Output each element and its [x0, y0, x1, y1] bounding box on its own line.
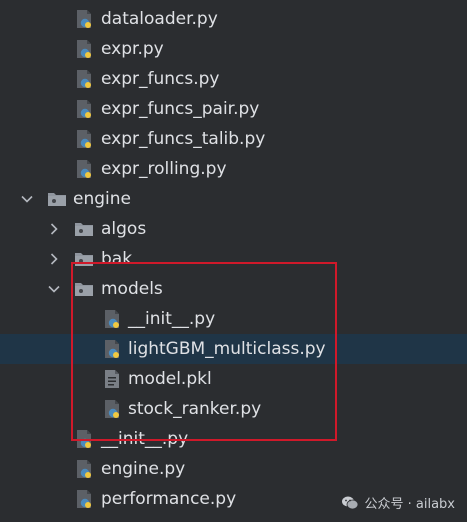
python-file-icon [76, 69, 94, 89]
python-file-icon [76, 429, 94, 449]
tree-item-label: bak [101, 249, 133, 269]
python-file-icon [76, 99, 94, 119]
python-file-icon [76, 9, 94, 29]
tree-item-label: dataloader.py [101, 9, 218, 29]
tree-item-label: model.pkl [128, 369, 212, 389]
tree-item-expr-py[interactable]: expr.py [0, 34, 467, 64]
folder-icon [74, 220, 93, 240]
text-file-icon [104, 369, 122, 389]
tree-item-algos-folder[interactable]: algos [0, 214, 467, 244]
tree-item-label: __init__.py [101, 429, 189, 449]
tree-item-label: __init__.py [128, 309, 216, 329]
tree-item-label: expr_funcs_pair.py [101, 99, 260, 119]
python-file-icon [76, 459, 94, 479]
tree-item-label: models [101, 279, 163, 299]
tree-item-label: expr_funcs.py [101, 69, 220, 89]
tree-item-expr-funcs-pair-py[interactable]: expr_funcs_pair.py [0, 94, 467, 124]
chevron-right-icon[interactable] [47, 251, 61, 265]
python-file-icon [104, 339, 122, 359]
tree-item-models-folder[interactable]: models [0, 274, 467, 304]
tree-item-label: expr.py [101, 39, 164, 59]
tree-item-models-init-py[interactable]: __init__.py [0, 304, 467, 334]
tree-item-label: engine [73, 189, 131, 209]
wechat-icon [341, 495, 359, 511]
python-file-icon [76, 129, 94, 149]
folder-icon [74, 250, 93, 270]
watermark-text: 公众号 · ailabx [364, 497, 456, 512]
tree-item-expr-funcs-py[interactable]: expr_funcs.py [0, 64, 467, 94]
tree-item-stock-ranker-py[interactable]: stock_ranker.py [0, 394, 467, 424]
tree-item-lightgbm-multiclass-py[interactable]: lightGBM_multiclass.py [0, 334, 467, 364]
folder-icon [74, 280, 93, 300]
python-file-icon [76, 159, 94, 179]
tree-item-label: algos [101, 219, 147, 239]
tree-item-label: engine.py [101, 459, 186, 479]
tree-item-label: stock_ranker.py [128, 399, 262, 419]
tree-item-expr-funcs-talib-py[interactable]: expr_funcs_talib.py [0, 124, 467, 154]
tree-item-expr-rolling-py[interactable]: expr_rolling.py [0, 154, 467, 184]
tree-item-engine-init-py[interactable]: __init__.py [0, 424, 467, 454]
python-file-icon [104, 399, 122, 419]
tree-item-bak-folder[interactable]: bak [0, 244, 467, 274]
tree-item-label: expr_funcs_talib.py [101, 129, 266, 149]
watermark: 公众号 · ailabx [341, 493, 456, 512]
python-file-icon [104, 309, 122, 329]
chevron-down-icon[interactable] [20, 191, 34, 205]
chevron-down-icon[interactable] [47, 281, 61, 295]
python-file-icon [76, 489, 94, 509]
chevron-right-icon[interactable] [47, 221, 61, 235]
folder-icon [47, 190, 66, 210]
tree-item-engine-py[interactable]: engine.py [0, 454, 467, 484]
tree-item-model-pkl[interactable]: model.pkl [0, 364, 467, 394]
tree-item-dataloader-py[interactable]: dataloader.py [0, 4, 467, 34]
tree-item-engine-folder[interactable]: engine [0, 184, 467, 214]
tree-item-label: lightGBM_multiclass.py [128, 339, 326, 359]
tree-item-label: performance.py [101, 489, 237, 509]
python-file-icon [76, 39, 94, 59]
tree-item-label: expr_rolling.py [101, 159, 227, 179]
project-tree: dataloader.py expr.py expr_funcs.py expr… [0, 4, 467, 514]
